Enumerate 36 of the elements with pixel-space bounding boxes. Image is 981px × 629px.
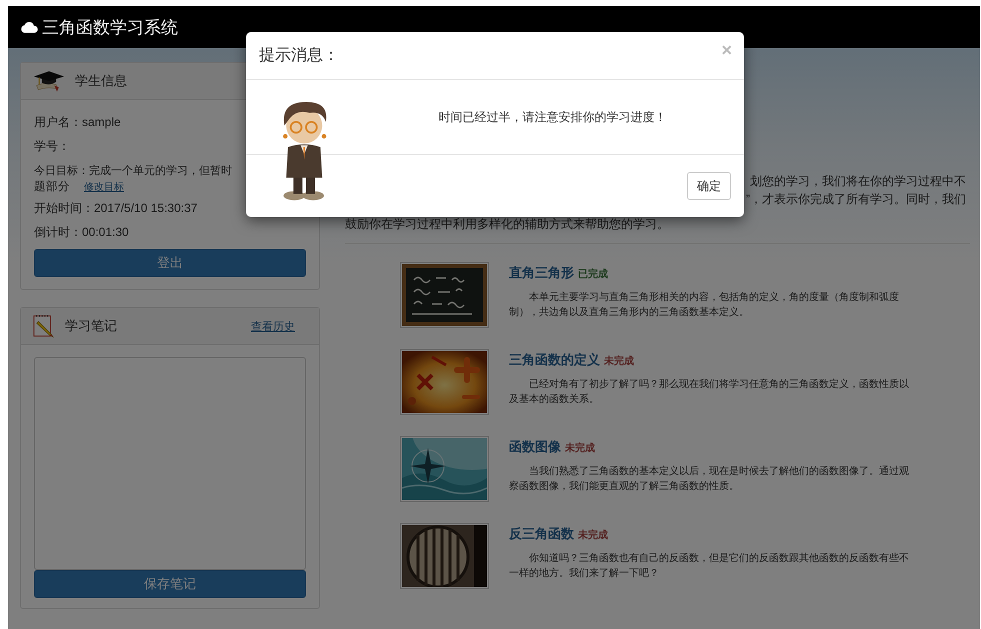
unit-title-link[interactable]: 反三角函数 bbox=[509, 525, 574, 543]
student-id-text: 学号： bbox=[34, 139, 71, 154]
view-history-link[interactable]: 查看历史 bbox=[251, 318, 295, 334]
dialog-message: 时间已经过半，请注意安排你的学习进度！ bbox=[438, 108, 666, 126]
goal-text: 题部分 bbox=[34, 179, 70, 195]
app-title[interactable]: 三角函数学习系统 bbox=[42, 16, 178, 38]
panel-title: 学习笔记 bbox=[65, 317, 117, 335]
unit-status: 未完成 bbox=[578, 528, 608, 542]
notepad-pencil-icon bbox=[33, 314, 55, 338]
intro-text: 鼓励你在学习过程中利用多样化的辅助方式来帮助您的学习。 bbox=[345, 217, 669, 231]
dialog-title: 提示消息： bbox=[259, 46, 339, 66]
unit-description: 本单元主要学习与直角三角形相关的内容，包括角的定义，角的度量（角度制和弧度制），共边角以及直角三角形内的三角函数基本定义。 bbox=[509, 290, 900, 320]
username-text: 用户名：sample bbox=[34, 115, 122, 130]
panel-title: 学生信息 bbox=[75, 72, 127, 90]
countdown-text: 倒计时：00:01:30 bbox=[34, 225, 130, 240]
unit-title-link[interactable]: 函数图像 bbox=[509, 438, 561, 456]
unit-status: 未完成 bbox=[565, 441, 595, 455]
save-notes-button[interactable]: 保存笔记 bbox=[34, 570, 306, 598]
unit-title-link[interactable]: 三角函数的定义 bbox=[509, 351, 600, 369]
ok-button[interactable]: 确定 bbox=[687, 172, 731, 200]
logout-button[interactable]: 登出 bbox=[34, 249, 306, 277]
graduation-cap-icon bbox=[33, 69, 65, 93]
unit-description: 已经对角有了初步了解了吗？那么现在我们将学习任意角的三角函数定义，函数性质以及基本的函数关系。 bbox=[509, 378, 909, 407]
close-button[interactable]: × bbox=[721, 40, 732, 61]
intro-text: ”，才表示你完成了所有学习。同时，我们 bbox=[746, 192, 966, 206]
unit-description: 你知道吗？三角函数也有自己的反函数，但是它们的反函数跟其他函数的反函数有些不一样的地方。我们来了解一下吧？ bbox=[509, 552, 909, 581]
notes-input-field[interactable] bbox=[34, 357, 306, 570]
unit-title-link[interactable]: 直角三角形 bbox=[509, 264, 574, 282]
unit-status: 已完成 bbox=[578, 267, 608, 281]
unit-status: 未完成 bbox=[604, 354, 634, 368]
intro-text: 划您的学习，我们将在你的学习过程中不 bbox=[750, 174, 966, 188]
goal-text: 今日目标：完成一个单元的学习，但暂时 bbox=[34, 164, 233, 179]
cloud-icon bbox=[20, 20, 38, 34]
start-time-text: 开始时间：2017/5/10 15:30:37 bbox=[34, 201, 198, 216]
unit-description: 当我们熟悉了三角函数的基本定义以后，现在是时候去了解他们的函数图像了。通过观察函数图像，我们能更直观的了解三角函数的性质。 bbox=[509, 464, 909, 494]
edit-goal-link[interactable]: 修改目标 bbox=[84, 180, 124, 194]
